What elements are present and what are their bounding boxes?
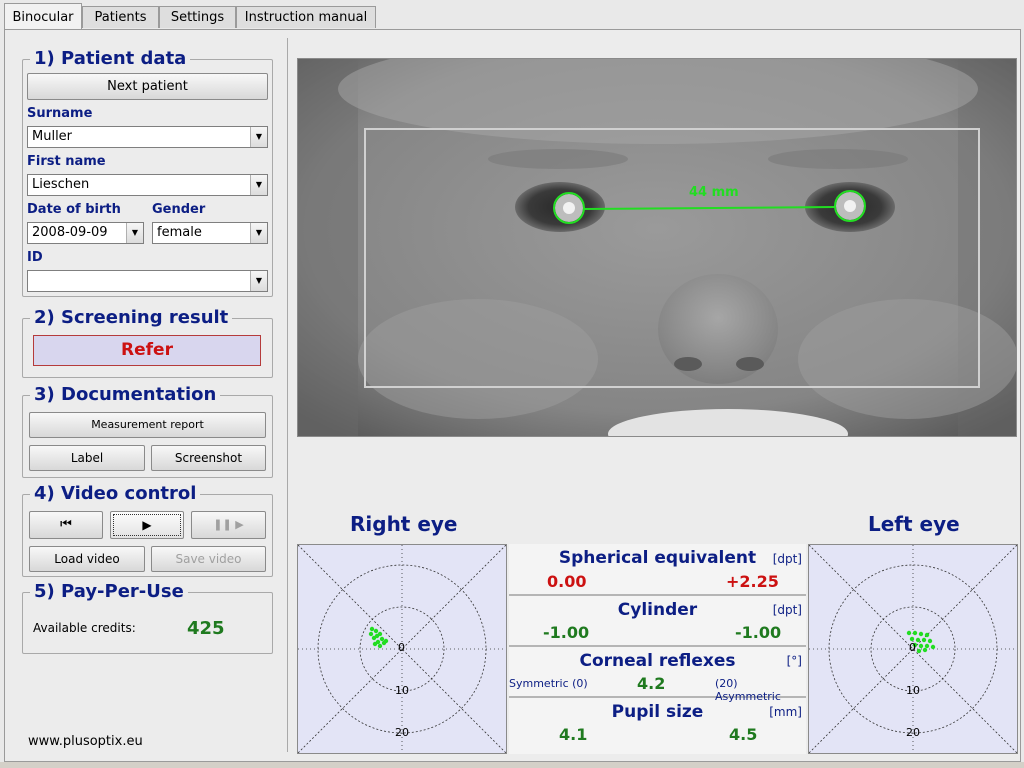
pupil-unit: [mm] [769, 705, 802, 719]
surname-label: Surname [27, 106, 93, 121]
firstname-label: First name [27, 154, 106, 169]
tab-binocular[interactable]: Binocular [4, 3, 82, 30]
vertical-divider [287, 38, 288, 752]
cylinder-unit: [dpt] [772, 603, 802, 617]
right-tick-20: 20 [395, 726, 409, 739]
right-eye-gaze-points [368, 626, 389, 649]
dob-field[interactable]: 2008-09-09 ▼ [27, 222, 144, 244]
cylinder-right-value: -1.00 [543, 623, 590, 642]
tab-settings[interactable]: Settings [159, 6, 236, 28]
label-button[interactable]: Label [29, 445, 145, 471]
gender-value: female [157, 225, 202, 240]
load-video-button[interactable]: Load video [29, 546, 145, 572]
screening-result-badge: Refer [33, 335, 261, 366]
right-eye-title: Right eye [350, 512, 458, 536]
right-tick-10: 10 [395, 684, 409, 697]
id-combo[interactable]: ▼ [27, 270, 268, 292]
rewind-button[interactable]: ⏮ [29, 511, 103, 539]
cylinder-title: Cylinder [617, 600, 698, 620]
screenshot-button[interactable]: Screenshot [151, 445, 266, 471]
surname-combo[interactable]: Muller ▼ [27, 126, 268, 148]
chevron-down-icon[interactable]: ▼ [250, 175, 267, 195]
left-tick-20: 20 [906, 726, 920, 739]
gender-label: Gender [152, 202, 206, 217]
left-eye-plot: 0 10 20 [808, 544, 1018, 754]
pause-step-icon: ❚❚ ▶ [213, 518, 244, 531]
surname-value: Muller [32, 129, 73, 144]
left-eye-title: Left eye [868, 512, 960, 536]
tab-instruction-manual[interactable]: Instruction manual [236, 6, 376, 28]
firstname-combo[interactable]: Lieschen ▼ [27, 174, 268, 196]
corneal-title: Corneal reflexes [579, 651, 736, 671]
video-control-title: 4) Video control [30, 483, 201, 504]
next-patient-button[interactable]: Next patient [27, 73, 268, 100]
website-link[interactable]: www.plusoptix.eu [28, 734, 143, 749]
spherical-row: Spherical equivalent [dpt] 0.00 +2.25 [509, 544, 806, 596]
play-icon: ▶ [142, 518, 152, 532]
right-tick-0: 0 [398, 641, 405, 654]
firstname-value: Lieschen [32, 177, 90, 192]
tab-patients[interactable]: Patients [82, 6, 159, 28]
status-strip [0, 762, 1024, 768]
pause-step-button[interactable]: ❚❚ ▶ [191, 511, 266, 539]
pay-per-use-title: 5) Pay-Per-Use [30, 581, 188, 602]
patient-data-title: 1) Patient data [30, 48, 191, 69]
spherical-title: Spherical equivalent [558, 548, 757, 568]
spherical-left-value: +2.25 [726, 572, 779, 591]
pupil-right-value: 4.1 [559, 725, 588, 744]
cylinder-left-value: -1.00 [735, 623, 782, 642]
left-tick-0: 0 [909, 641, 916, 654]
cylinder-row: Cylinder [dpt] -1.00 -1.00 [509, 596, 806, 647]
spherical-right-value: 0.00 [547, 572, 587, 591]
chevron-down-icon[interactable]: ▼ [250, 223, 267, 243]
pupil-row: Pupil size [mm] 4.1 4.5 [509, 698, 806, 754]
chevron-down-icon[interactable]: ▼ [250, 271, 267, 291]
credits-label: Available credits: [33, 621, 136, 635]
corneal-value: 4.2 [637, 674, 666, 693]
right-eye-plot: 0 10 20 [297, 544, 507, 754]
corneal-symmetric-label: Symmetric (0) [509, 677, 588, 690]
face-image [298, 59, 1016, 436]
chevron-down-icon[interactable]: ▼ [250, 127, 267, 147]
camera-view: 44 mm [297, 58, 1017, 437]
pupil-distance-label: 44 mm [689, 185, 739, 200]
save-video-button[interactable]: Save video [151, 546, 266, 572]
chevron-down-icon[interactable]: ▼ [126, 223, 143, 243]
left-tick-10: 10 [906, 684, 920, 697]
tab-bar: Binocular Patients Settings Instruction … [0, 0, 1024, 30]
credits-value: 425 [187, 618, 225, 639]
corneal-unit: [°] [786, 654, 802, 668]
corneal-row: Corneal reflexes [°] Symmetric (0) 4.2 (… [509, 647, 806, 703]
pupil-left-value: 4.5 [729, 725, 758, 744]
pupil-title: Pupil size [611, 702, 704, 722]
documentation-title: 3) Documentation [30, 384, 221, 405]
screening-result-title: 2) Screening result [30, 307, 233, 328]
dob-label: Date of birth [27, 202, 121, 217]
measurement-report-button[interactable]: Measurement report [29, 412, 266, 438]
gender-combo[interactable]: female ▼ [152, 222, 268, 244]
id-label: ID [27, 250, 43, 265]
play-button[interactable]: ▶ [110, 511, 184, 539]
dob-value: 2008-09-09 [32, 225, 108, 240]
skip-back-icon: ⏮ [60, 517, 72, 532]
spherical-unit: [dpt] [772, 552, 802, 566]
